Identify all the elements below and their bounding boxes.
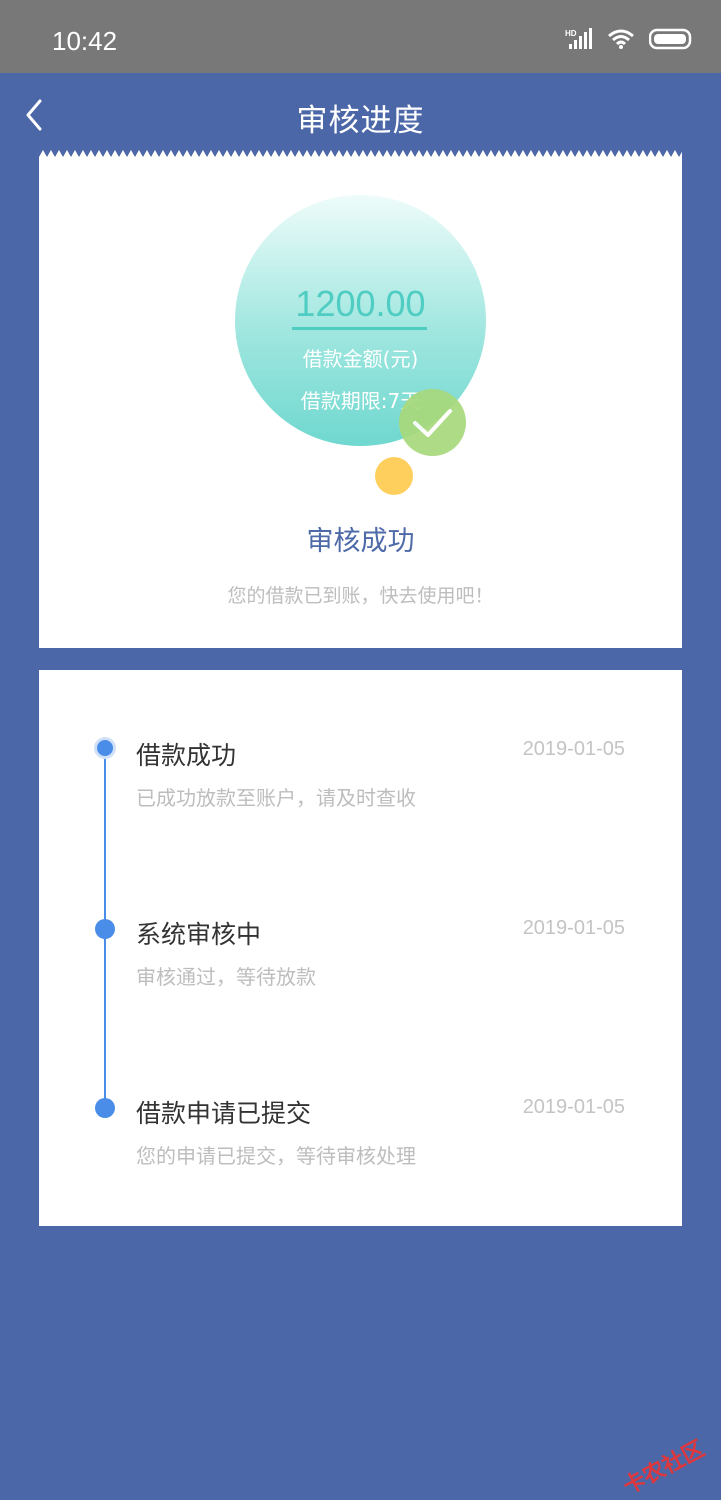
timeline-item-date: 2019-01-05 — [522, 1096, 625, 1118]
hd-signal-icon: HD — [565, 28, 593, 54]
timeline-item: 系统审核中 2019-01-05 审核通过，等待放款 — [39, 915, 682, 1015]
timeline-dot-current — [97, 740, 113, 756]
timeline-item-title: 借款成功 — [136, 741, 237, 770]
timeline-item: 借款申请已提交 2019-01-05 您的申请已提交，等待审核处理 — [39, 1094, 682, 1194]
timeline-item-date: 2019-01-05 — [522, 917, 625, 939]
wifi-icon — [607, 28, 635, 54]
amount-underline — [292, 327, 427, 330]
loan-amount-label: 借款金额(元) — [302, 347, 419, 371]
status-title: 审核成功 — [306, 526, 415, 557]
decorative-dot — [375, 457, 413, 495]
navbar: 审核进度 — [0, 73, 721, 157]
timeline-dot — [95, 1098, 115, 1118]
status-subtitle: 您的借款已到账，快去使用吧！ — [227, 585, 494, 607]
timeline-item-desc: 已成功放款至账户，请及时查收 — [136, 786, 416, 810]
success-check-icon — [399, 389, 466, 456]
status-time: 10:42 — [52, 26, 118, 56]
timeline-dot — [95, 919, 115, 939]
timeline-card: 借款成功 2019-01-05 已成功放款至账户，请及时查收 系统审核中 201… — [39, 670, 682, 1226]
timeline-item-desc: 您的申请已提交，等待审核处理 — [136, 1144, 416, 1168]
summary-card: 1200.00 借款金额(元) 借款期限:7天 审核成功 您的借款已到账，快去使… — [39, 157, 682, 648]
loan-amount: 1200.00 — [295, 283, 426, 324]
page-title: 审核进度 — [296, 103, 425, 139]
battery-icon — [648, 28, 693, 54]
timeline-item-title: 系统审核中 — [136, 920, 262, 949]
svg-text:HD: HD — [565, 29, 577, 38]
timeline-item-title: 借款申请已提交 — [136, 1099, 312, 1128]
watermark-logo: 卡农社区 — [619, 1436, 709, 1500]
status-icons: HD — [565, 28, 693, 54]
status-bar: 10:42 HD — [0, 0, 721, 73]
timeline-item: 借款成功 2019-01-05 已成功放款至账户，请及时查收 — [39, 736, 682, 836]
timeline-item-date: 2019-01-05 — [522, 738, 625, 760]
timeline-item-desc: 审核通过，等待放款 — [136, 965, 316, 989]
